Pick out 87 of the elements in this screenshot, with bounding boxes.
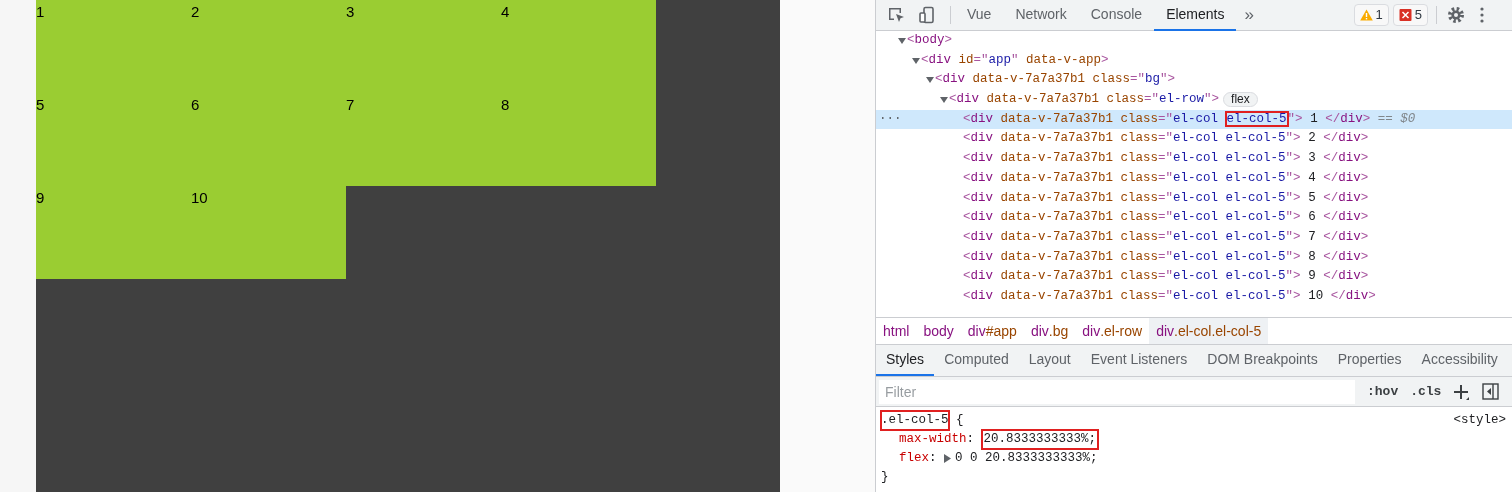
collapse-triangle-icon[interactable] [940,95,948,104]
breadcrumb-link[interactable]: div.el-col.el-col-5 [1149,318,1269,344]
cell-number: 6 [191,96,200,113]
styles-pane-tab[interactable]: Properties [1327,345,1412,376]
css-value: 0 0 20.8333333333%; [955,450,1098,467]
html-node-row[interactable]: <div data-v-7a7a37b1 class="el-col el-col-5"> 7 </div> [876,227,1512,248]
html-node-row[interactable]: <div data-v-7a7a37b1 class="el-col el-col-5"> 9 </div> [876,267,1512,287]
panel-tab[interactable]: Console [1078,0,1155,31]
html-node-row[interactable]: <div data-v-7a7a37b1 class="el-col el-col-5"> 3 </div> [876,149,1512,169]
settings-icon [1447,6,1465,24]
html-node-row[interactable]: <div id="app" data-v-app> [876,50,1512,71]
cell-number: 9 [36,189,45,206]
cell-number: 7 [346,96,355,113]
device-toggle-icon [918,6,936,24]
html-node-row[interactable]: <div data-v-7a7a37b1 class="el-col el-col-5"> 10 </div> [876,286,1512,307]
inspect-element-icon [887,6,905,24]
more-options-icon [1480,7,1484,23]
warnings-counter[interactable]: 1 [1353,4,1389,26]
styles-pane-tab[interactable]: Layout [1018,345,1081,376]
css-value: 20.8333333333%; [981,430,1099,449]
html-node-row[interactable]: <div data-v-7a7a37b1 class="el-col el-col-5"> 6 </div> [876,208,1512,228]
more-tabs-button[interactable]: » [1236,2,1262,28]
errors-count: 5 [1414,6,1422,25]
brace: } [881,469,889,486]
warning-icon [1359,9,1373,21]
errors-counter[interactable]: 5 [1392,4,1428,26]
html-node-code: <div data-v-7a7a37b1 class="el-col el-col-5"> 7 </div> [963,228,1369,246]
styles-pane-tab[interactable]: DOM Breakpoints [1197,345,1328,376]
styles-pane-tab[interactable]: Accessibility [1411,345,1508,376]
breadcrumb-link[interactable]: div#app [960,318,1024,344]
breadcrumb-link[interactable]: div.el-row [1075,318,1150,344]
expand-triangle-icon[interactable] [944,454,952,463]
html-node-row[interactable]: <div data-v-7a7a37b1 class="el-row"> flex [876,90,1512,110]
cell-number: 5 [36,96,45,113]
warnings-count: 1 [1375,6,1383,25]
styles-pane-tab[interactable]: Event Listeners [1080,345,1198,376]
html-node-code: <div data-v-7a7a37b1 class="el-row"> [949,91,1220,109]
breadcrumb-link[interactable]: body [916,318,961,344]
html-node-row[interactable]: <div data-v-7a7a37b1 class="el-col el-col-5"> 4 </div> [876,168,1512,189]
node-actions-marker[interactable]: ··· [879,109,902,130]
selected-node-row[interactable]: ··· <div data-v-7a7a37b1 class="el-col el-col-5"> 1 </div> == $0 [876,109,1512,130]
filter-input[interactable]: Filter [879,379,1355,404]
html-node-code: <div data-v-7a7a37b1 class="el-col el-col-5"> 2 </div> [963,130,1369,148]
collapse-triangle-icon[interactable] [926,76,934,85]
sidebar-toggle-icon [1482,383,1500,400]
stylesheet-link[interactable]: <style> [1453,411,1506,430]
breadcrumb-link[interactable]: html [876,318,917,344]
html-node-code: <div data-v-7a7a37b1 class="el-col el-col-5"> 8 </div> [963,248,1369,266]
collapse-triangle-icon[interactable] [912,56,920,65]
cell-number: 3 [346,3,355,20]
css-selector: .el-col-5 [881,411,949,430]
html-node-row[interactable]: <div data-v-7a7a37b1 class="el-col el-col-5"> 2 </div> [876,129,1512,150]
html-node-code: <div data-v-7a7a37b1 class="el-col el-col-5"> 9 </div> [963,268,1369,286]
toggle-button[interactable]: :hov [1367,381,1399,402]
flex-badge[interactable]: flex [1223,92,1258,108]
cell-number: 10 [191,189,208,206]
toggle-button[interactable]: .cls [1410,381,1442,402]
html-node-row[interactable]: <div data-v-7a7a37b1 class="bg"> [876,70,1512,91]
html-node-code: <body> [907,32,953,49]
breadcrumb-link[interactable]: div.bg [1023,318,1076,344]
html-node-code: <div data-v-7a7a37b1 class="el-col el-col-5"> 3 </div> [963,150,1369,168]
html-node-row[interactable]: <body> [876,31,1512,51]
add-rule-icon [1453,383,1470,400]
panel-tab[interactable]: Vue [955,0,1004,31]
html-node-code: <div data-v-7a7a37b1 class="el-col el-col-5"> 4 </div> [963,169,1369,187]
cell-number: 1 [36,3,45,20]
panel-tab[interactable]: Network [1003,0,1079,31]
css-property: flex [899,450,929,467]
styles-pane-tab[interactable]: Computed [934,345,1019,376]
html-node-code: <div data-v-7a7a37b1 class="el-col el-col-5"> 10 </div> [963,287,1376,305]
collapse-triangle-icon[interactable] [898,36,906,45]
brace: { [955,412,964,429]
css-property: max-width [899,431,967,448]
html-node-code: <div id="app" data-v-app> [921,51,1109,69]
cell-number: 4 [501,3,510,20]
html-node-code: <div data-v-7a7a37b1 class="el-col el-col-5"> 5 </div> [963,189,1369,207]
error-icon [1398,9,1412,21]
html-node-row[interactable]: <div data-v-7a7a37b1 class="el-col el-col-5"> 5 </div> [876,188,1512,209]
html-node-row[interactable]: <div data-v-7a7a37b1 class="el-col el-col-5"> 8 </div> [876,247,1512,268]
colon: : [966,431,976,448]
cell-number: 8 [501,96,510,113]
html-node-code: <div data-v-7a7a37b1 class="bg"> [935,71,1176,89]
colon: : [929,450,938,467]
html-node-code: <div data-v-7a7a37b1 class="el-col el-col-5"> 6 </div> [963,209,1369,227]
html-node-code: <div data-v-7a7a37b1 class="el-col el-col-5"> 1 </div> == $0 [963,110,1416,128]
panel-tab[interactable]: Elements [1154,0,1237,31]
cell-number: 2 [191,3,200,20]
